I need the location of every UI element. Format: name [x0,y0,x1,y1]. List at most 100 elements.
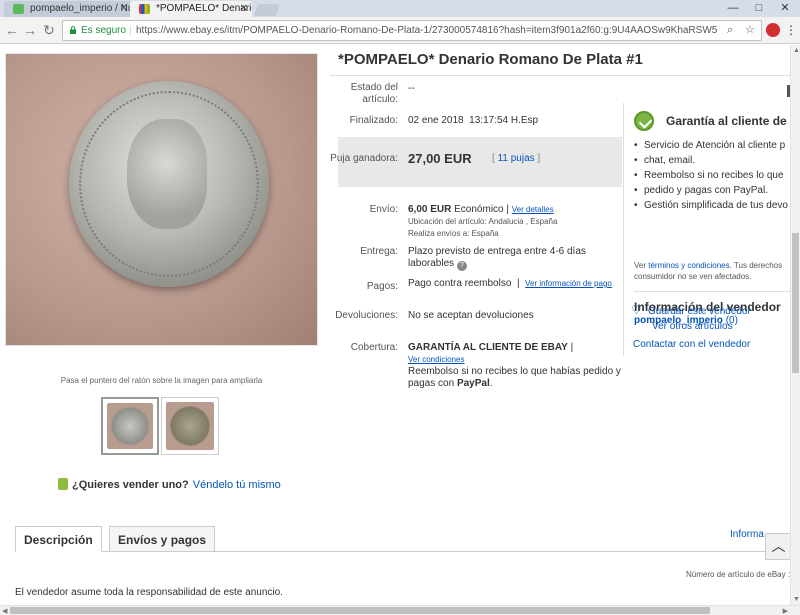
ended-label: Finalizado: [349,115,398,126]
extension-icon[interactable] [766,23,780,37]
sell-it-link[interactable]: Véndelo tú mismo [193,479,281,491]
guarantee-panel: Garantía al cliente de Servicio de Atenc… [623,103,790,356]
browser-toolbar: ← → ↻ Es seguro | https://www.ebay.es/it… [0,17,800,44]
scroll-right-icon[interactable]: ▶ [783,607,788,615]
description-tabs: Descripción Envíos y pagos [15,526,790,552]
ships-to: Realiza envíos a: España [408,229,499,238]
coverage-terms-link[interactable]: Ver condiciones [408,355,464,364]
secure-label: Es seguro [81,25,127,36]
payment-info-link[interactable]: Ver información de pago [525,279,612,288]
thumbnail-2[interactable] [161,397,219,455]
item-number-label: Número de artículo de eBay : [686,570,790,579]
price-tag-icon [58,478,68,490]
title-divider [330,75,790,76]
bid-history-link[interactable]: 11 pujas [498,153,535,164]
sell-one-prompt: ¿Quieres vender uno? Véndelo tú mismo [58,478,281,491]
coin-image [69,81,269,287]
heart-icon: ♡ [631,303,642,317]
browser-tab-seller[interactable]: pompaelo_imperio / Nu ✕ [4,1,132,17]
guarantee-check-icon [634,111,654,131]
main-item-image[interactable] [5,53,318,346]
minimize-button[interactable]: — [720,0,746,17]
address-bar[interactable]: Es seguro | https://www.ebay.es/itm/POMP… [62,20,762,41]
back-icon[interactable]: ← [4,22,20,38]
shipping-info: 6,00 EUR Económico | Ver detalles Ubicac… [408,204,618,240]
guarantee-title: Garantía al cliente de [666,114,787,128]
delivery-info: Plazo previsto de entrega entre 4-6 días… [408,246,608,271]
url-text[interactable]: https://www.ebay.es/itm/POMPAELO-Denario… [136,21,717,40]
window-close-button[interactable]: ✕ [772,0,798,17]
returns-label: Devoluciones: [335,310,398,321]
returns-value: No se aceptan devoluciones [408,310,534,321]
bid-count: [ 11 pujas ] [492,153,541,164]
contact-seller-link[interactable]: Contactar con el vendedor [633,339,750,350]
coverage-info: GARANTÍA AL CLIENTE DE EBAY | Ver condic… [408,342,621,389]
tab-title: *POMPAELO* Denario R [156,3,252,14]
shipping-label: Envío: [369,204,398,215]
vertical-scroll-thumb[interactable] [792,233,799,373]
payments-label: Pagos: [366,281,398,292]
item-location: Ubicación del artículo: Andalucia , Espa… [408,217,558,226]
coverage-title: GARANTÍA AL CLIENTE DE EBAY [408,342,568,353]
guarantee-list: Servicio de Atención al cliente p chat, … [634,138,790,213]
lock-icon [70,26,76,34]
terms-link[interactable]: términos y condiciones [648,261,729,270]
guarantee-item: Reembolso si no recibes lo que [634,168,790,183]
horizontal-scroll-thumb[interactable] [10,607,710,614]
coverage-label: Cobertura: [350,342,398,353]
forward-icon[interactable]: → [22,22,38,38]
report-link[interactable]: Informa [730,529,764,540]
condition-label: Estado del artículo: [350,82,398,105]
reload-icon[interactable]: ↻ [41,22,57,38]
browser-tabbar: pompaelo_imperio / Nu ✕ *POMPAELO* Denar… [0,0,800,17]
ebay-icon [139,4,150,14]
condition-value: -- [408,83,415,94]
winning-bid-price: 27,00 EUR [408,151,472,166]
panel-divider [634,291,790,292]
paypal-label: PayPal [456,378,490,389]
listing-title: *POMPAELO* Denario Romano De Plata #1 [338,51,643,68]
tab-shipping-payments[interactable]: Envíos y pagos [109,526,216,552]
image-caption: Pasa el puntero del ratón sobre la image… [60,376,263,385]
ended-value: 02 ene 2018 13:17:54 H.Esp [408,115,539,126]
horizontal-scrollbar[interactable]: ◀ ▶ [0,605,800,615]
scroll-down-icon[interactable]: ▼ [793,596,800,603]
delivery-label: Entrega: [360,246,398,257]
chat-icon [13,4,24,14]
star-icon[interactable]: ☆ [745,21,755,40]
scroll-left-icon[interactable]: ◀ [2,607,7,615]
new-tab-button[interactable] [253,4,281,16]
guarantee-item-cont: pedido y pagas con PayPal. [634,183,790,198]
vertical-scrollbar[interactable]: ▲ ▼ [790,45,800,605]
save-seller-button[interactable]: ♡ Guardar este vendedor [631,303,751,317]
back-to-top-button[interactable]: ︿ [765,533,790,560]
payments-value: Pago contra reembolso [408,278,512,289]
close-icon[interactable]: ✕ [120,1,128,17]
guarantee-item: Servicio de Atención al cliente p [634,138,790,153]
guarantee-item: Gestión simplificada de tus devo [634,198,790,213]
coverage-text: Reembolso si no recibes lo que habías pe… [408,366,621,389]
tab-title: pompaelo_imperio / Nu [30,3,132,14]
shipping-details-link[interactable]: Ver detalles [512,205,554,214]
payments-info: Pago contra reembolso | Ver información … [408,278,612,289]
seller-disclaimer: El vendedor asume toda la responsabilida… [15,587,283,598]
other-items-link[interactable]: Ver otros artículos [652,321,733,332]
zoom-icon[interactable]: ⌕ [727,21,733,40]
close-icon[interactable]: ✕ [240,1,248,17]
browser-tab-listing[interactable]: *POMPAELO* Denario R ✕ [130,1,252,17]
guarantee-item-cont: chat, email. [634,153,790,168]
chevron-up-icon: ︿ [771,538,786,554]
maximize-button[interactable]: □ [746,0,772,17]
shipping-type: Económico | [454,204,509,215]
scroll-up-icon[interactable]: ▲ [793,47,800,54]
guarantee-note: Ver términos y condiciones. Tus derechos… [634,261,783,281]
page-content: Pasa el puntero del ratón sobre la image… [0,45,790,605]
delivery-value: Plazo previsto de entrega entre 4-6 días… [408,246,586,269]
winning-bid-label: Puja ganadora: [330,153,398,164]
shipping-price: 6,00 EUR [408,204,452,215]
menu-icon[interactable]: ⋮ [784,23,798,37]
help-icon[interactable]: ? [456,261,467,271]
thumbnail-strip [101,397,221,457]
tab-description[interactable]: Descripción [15,526,102,552]
thumbnail-1[interactable] [101,397,159,455]
